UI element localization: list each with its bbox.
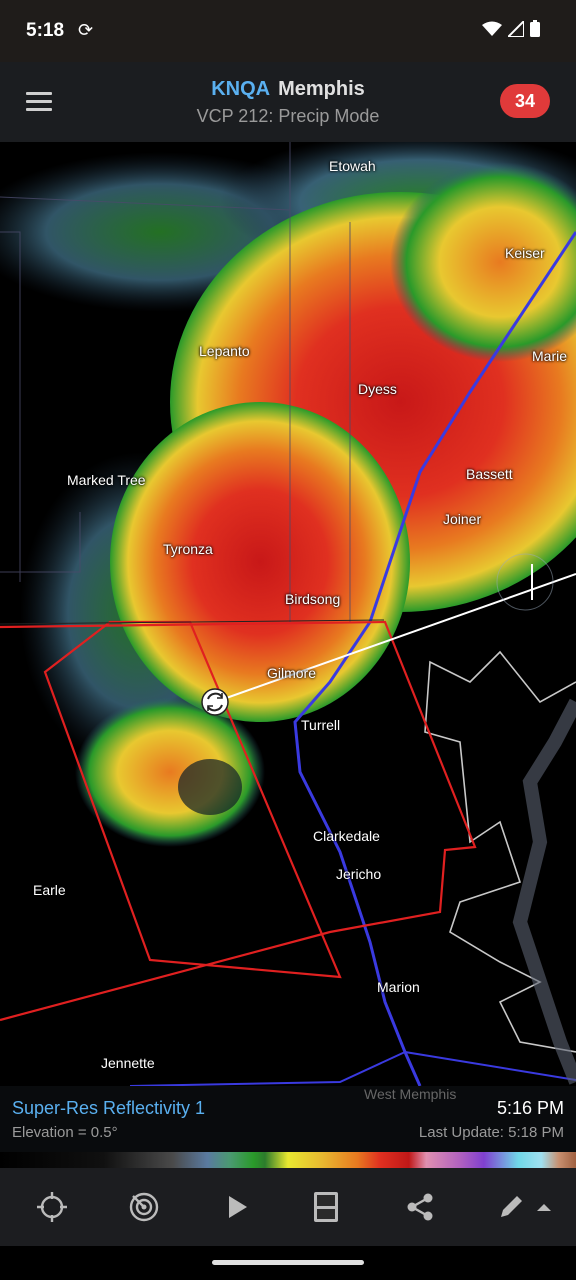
station-city: Memphis <box>278 78 365 100</box>
status-bar: 5:18 ⟳ <box>0 0 576 62</box>
bottom-toolbar <box>0 1168 576 1246</box>
scan-time: 5:16 PM <box>496 1098 564 1118</box>
city-label: Etowah <box>329 158 376 174</box>
system-nav-bar <box>0 1246 576 1280</box>
city-label: Earle <box>33 882 66 898</box>
scan-mode: VCP 212: Precip Mode <box>196 106 380 126</box>
station-id: KNQA <box>211 78 271 100</box>
radar-icon[interactable] <box>125 1188 163 1226</box>
pencil-icon[interactable] <box>492 1188 554 1226</box>
product-info-panel[interactable]: West Memphis Super-Res Reflectivity 1 El… <box>0 1086 576 1152</box>
wifi-icon <box>482 21 502 36</box>
radar-map[interactable]: Etowah Keiser Lepanto Marie Dyess Marked… <box>0 142 576 1086</box>
city-label: Keiser <box>505 245 545 261</box>
share-icon[interactable] <box>401 1188 439 1226</box>
city-label: Joiner <box>443 511 482 527</box>
color-scale-legend <box>0 1152 576 1168</box>
city-label: Marie <box>532 348 568 364</box>
city-label: Birdsong <box>285 591 341 607</box>
city-label: Clarkedale <box>313 828 380 844</box>
city-label: Jennette <box>101 1055 155 1071</box>
status-icons <box>482 20 540 37</box>
city-label: Marion <box>377 979 420 995</box>
signal-icon <box>508 20 524 37</box>
city-label: Tyronza <box>163 541 213 557</box>
last-update-text: Last Update: 5:18 PM <box>418 1124 564 1141</box>
city-label: Bassett <box>466 466 513 482</box>
home-gesture-bar[interactable] <box>212 1260 364 1265</box>
app-bar: KNQA Memphis VCP 212: Precip Mode 34 <box>0 62 576 142</box>
crosshair-icon[interactable] <box>33 1188 71 1226</box>
elevation-text: Elevation = 0.5° <box>12 1124 118 1141</box>
radar-image <box>0 142 576 1086</box>
product-name[interactable]: Super-Res Reflectivity 1 <box>12 1098 205 1119</box>
location-marker-icon[interactable] <box>201 688 229 716</box>
city-label: Turrell <box>301 717 341 733</box>
status-time: 5:18 <box>26 20 65 41</box>
city-label: Gilmore <box>267 665 317 681</box>
city-label: Marked Tree <box>67 472 146 488</box>
sync-icon: ⟳ <box>78 20 94 40</box>
play-icon[interactable] <box>217 1188 255 1226</box>
alert-count-badge[interactable]: 34 <box>500 84 550 118</box>
layers-icon[interactable] <box>307 1188 345 1226</box>
city-label: West Memphis <box>364 1086 457 1102</box>
city-label: Dyess <box>358 381 397 397</box>
station-title[interactable]: KNQA Memphis <box>0 78 576 101</box>
city-label: Lepanto <box>199 343 250 359</box>
battery-icon <box>530 20 540 37</box>
city-label: Jericho <box>336 866 382 882</box>
